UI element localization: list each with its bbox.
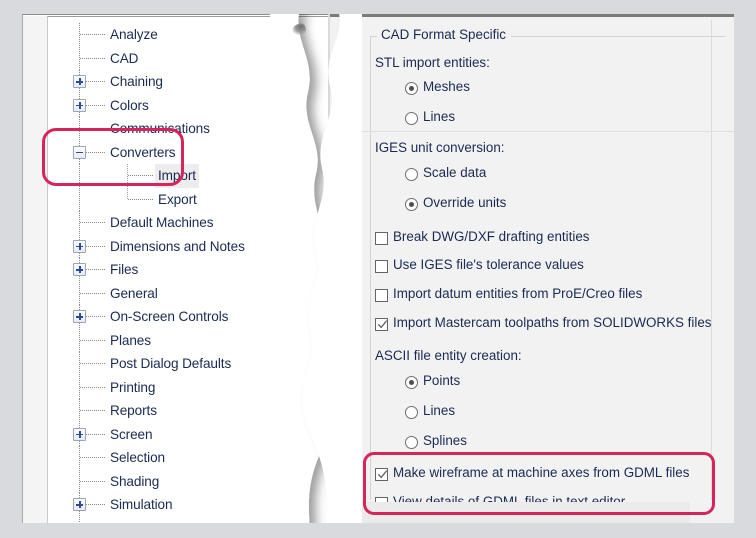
groupbox-title: CAD Format Specific (377, 27, 512, 42)
radio-indicator-icon (405, 198, 418, 211)
checkbox-label: Break DWG/DXF drafting entities (393, 229, 590, 244)
cad-options-content: CAD Format Specific STL import entities:… (330, 20, 725, 510)
gdml-highlight-box (363, 452, 715, 515)
tree-item-analyze[interactable]: Analyze (48, 23, 328, 47)
radio-indicator-icon (405, 82, 418, 95)
tree-connector-line (80, 292, 106, 294)
tree-connector-line (80, 410, 106, 411)
tree-expand-icon[interactable] (73, 239, 86, 253)
tree-item-label: General (110, 285, 158, 301)
tree-item-colors[interactable]: Colors (48, 93, 328, 117)
checkbox-icon (375, 232, 388, 245)
tree-gutter (23, 16, 47, 523)
tree-item-shading[interactable]: Shading (48, 469, 328, 493)
tree-item-label: Analyze (110, 27, 158, 42)
checkbox-label: Use IGES file's tolerance values (393, 257, 584, 272)
tree-item-general[interactable]: General (48, 281, 328, 305)
tree-item-label: Screen (110, 426, 153, 442)
tree-connector-line (128, 198, 154, 200)
tree-item-export[interactable]: Export (48, 187, 328, 211)
tree-item-label: Printing (110, 379, 156, 395)
settings-tree-panel: Analyze CAD Chaining Colors Communications Co… (22, 14, 328, 523)
checkbox-icon (375, 260, 388, 273)
tree-connector-line (80, 34, 106, 35)
tree-scroll-area[interactable]: Analyze CAD Chaining Colors Communications Co… (47, 16, 328, 523)
tree-item-label: Shading (110, 473, 160, 489)
tree-item-label: CAD (110, 50, 139, 66)
tree-item-label: Simulation (110, 497, 173, 512)
radio-indicator-icon (405, 436, 418, 449)
ascii-file-entity-creation-label: ASCII file entity creation: (375, 348, 522, 363)
tree-item-cad[interactable]: CAD (48, 46, 328, 70)
tree-expand-icon[interactable] (73, 98, 86, 112)
converters-highlight-box (42, 128, 184, 186)
tree-connector-line (80, 363, 106, 364)
radio-indicator-icon (405, 406, 418, 419)
tree-connector-line (80, 457, 106, 458)
stl-import-entities-label: STL import entities: (375, 55, 490, 70)
tree-item-on-screen-controls[interactable]: On-Screen Controls (48, 305, 328, 329)
tree-item-printing[interactable]: Printing (48, 375, 328, 399)
tree-item-label: Export (158, 191, 197, 207)
settings-tree-list[interactable]: Analyze CAD Chaining Colors Communications Co… (48, 23, 328, 523)
tree-item-label: Planes (110, 332, 151, 348)
tree-item-simulation[interactable]: Simulation (48, 493, 328, 517)
radio-label: Lines (423, 403, 456, 418)
radio-label: Override units (423, 195, 507, 210)
tree-connector-line (80, 222, 106, 223)
tree-expand-icon[interactable] (73, 75, 86, 88)
checkbox-label: Import datum entities from ProE/Creo fil… (393, 286, 643, 301)
checkbox-label: Import Mastercam toolpaths from SOLIDWOR… (393, 315, 712, 330)
tree-expand-icon[interactable] (73, 498, 86, 511)
bottom-margin (0, 523, 756, 538)
checkbox-icon (375, 318, 388, 331)
tree-item-label: Selection (110, 450, 166, 465)
radio-label: Splines (423, 433, 467, 448)
tree-connector-line (80, 57, 106, 59)
tree-connector-line (80, 339, 106, 341)
tree-item-label: Default Machines (110, 215, 214, 230)
tree-item-selection[interactable]: Selection (48, 446, 328, 470)
tree-item-label: Dimensions and Notes (110, 238, 245, 254)
tree-expand-icon[interactable] (73, 310, 86, 323)
tree-item-default-machines[interactable]: Default Machines (48, 211, 328, 235)
tree-expand-icon[interactable] (73, 427, 86, 441)
tree-item-label: Reports (110, 403, 157, 418)
iges-unit-conversion-label: IGES unit conversion: (375, 140, 505, 155)
tree-expand-icon[interactable] (73, 263, 86, 276)
radio-indicator-icon (405, 112, 418, 125)
tree-item-label: Chaining (110, 74, 163, 89)
tree-item-label: Post Dialog Defaults (110, 356, 232, 371)
tree-item-reports[interactable]: Reports (48, 399, 328, 423)
tree-item-chaining[interactable]: Chaining (48, 70, 328, 94)
checkbox-icon (375, 289, 388, 302)
tree-trunk-line (79, 187, 80, 211)
tree-connector-line (80, 386, 106, 388)
tree-item-label: Files (110, 262, 139, 277)
cad-options-panel: CAD Format Specific STL import entities:… (330, 14, 734, 526)
radio-label: Meshes (423, 79, 470, 94)
radio-label: Points (423, 373, 461, 388)
radio-label: Scale data (423, 165, 487, 180)
screenshot-root: Analyze CAD Chaining Colors Communications Co… (0, 0, 756, 538)
tree-item-label: On-Screen Controls (110, 309, 229, 324)
tree-item-post-dialog-defaults[interactable]: Post Dialog Defaults (48, 352, 328, 376)
radio-indicator-icon (405, 376, 418, 389)
tree-item-files[interactable]: Files (48, 258, 328, 282)
tree-connector-line (80, 480, 106, 482)
cad-format-specific-groupbox: CAD Format Specific STL import entities:… (370, 27, 725, 510)
tree-item-dimensions-and-notes[interactable]: Dimensions and Notes (48, 234, 328, 258)
radio-label: Lines (423, 109, 456, 124)
tree-item-label: Colors (110, 97, 149, 113)
tree-item-planes[interactable]: Planes (48, 328, 328, 352)
tree-item-screen[interactable]: Screen (48, 422, 328, 446)
radio-indicator-icon (405, 168, 418, 181)
